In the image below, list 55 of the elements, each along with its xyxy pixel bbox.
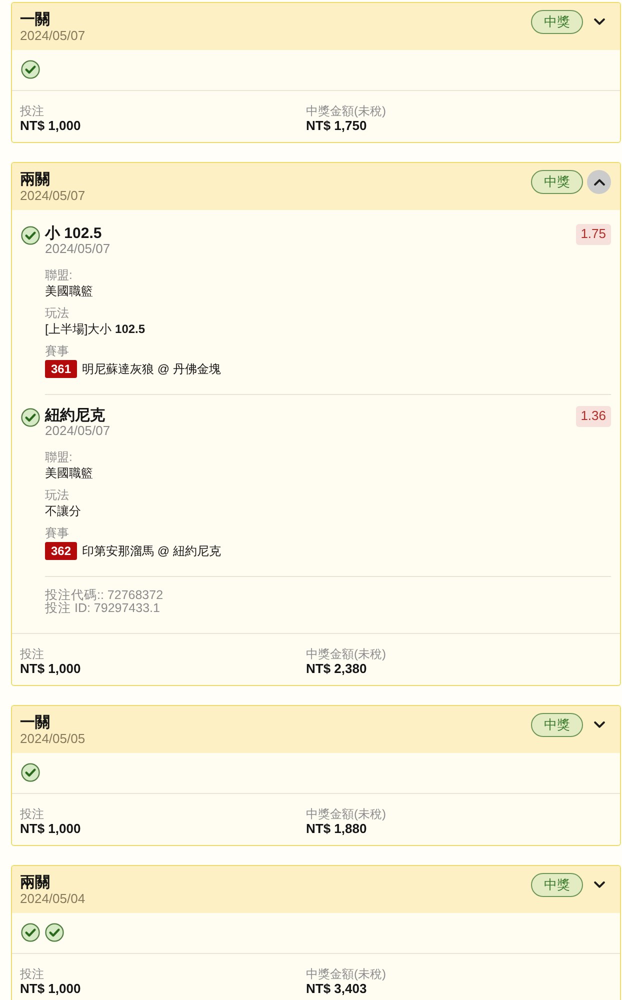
collapse-button[interactable] (587, 170, 611, 194)
field-label: 賽事 (45, 526, 69, 541)
field-value: 不讓分 (45, 503, 81, 519)
bet-type-title: 兩關 (20, 874, 50, 891)
stake-label: 投注 (20, 647, 44, 661)
field-label: 玩法 (45, 306, 69, 321)
payout-amount: NT$ 1,750 (306, 118, 367, 133)
stake-label: 投注 (20, 807, 44, 821)
field-label: 玩法 (45, 488, 69, 503)
stake-label: 投注 (20, 967, 44, 981)
status-badge: 中獎 (531, 170, 583, 194)
bet-date: 2024/05/04 (20, 891, 86, 906)
field-value: [上半場]大小 102.5 (45, 321, 146, 337)
payout-label: 中獎金額(未稅) (306, 807, 386, 821)
bet-date: 2024/05/05 (20, 731, 86, 746)
stake-amount: NT$ 1,000 (20, 661, 81, 676)
selection-title: 小 102.5 (45, 225, 102, 242)
payout-amount: NT$ 3,403 (306, 981, 367, 996)
bet-code-text: 投注代碼:: 72768372 (45, 589, 164, 602)
payout-label: 中獎金額(未稅) (306, 967, 386, 981)
chevron-up-icon (594, 178, 604, 186)
bet-code-text: 投注 ID: 79297433.1 (45, 602, 160, 615)
odds-badge: 1.75 (576, 224, 611, 245)
chevron-down-icon (594, 721, 604, 729)
bet-type-title: 一關 (20, 714, 50, 731)
payout-label: 中獎金額(未稅) (306, 647, 386, 661)
status-badge: 中獎 (531, 713, 583, 737)
field-value: 美國職籃 (45, 283, 93, 299)
match-teams: 明尼蘇達灰狼 @ 丹佛金塊 (82, 361, 221, 377)
payout-label: 中獎金額(未稅) (306, 104, 386, 118)
chevron-down-icon (594, 18, 604, 26)
match-number-badge: 361 (45, 360, 78, 378)
field-label: 聯盟: (45, 450, 72, 465)
stake-amount: NT$ 1,000 (20, 821, 81, 836)
status-badge: 中獎 (531, 873, 583, 897)
payout-amount: NT$ 1,880 (306, 821, 367, 836)
field-label: 聯盟: (45, 268, 72, 283)
payout-amount: NT$ 2,380 (306, 661, 367, 676)
field-value: 美國職籃 (45, 465, 93, 481)
field-label: 賽事 (45, 344, 69, 359)
bet-type-title: 一關 (20, 11, 50, 28)
bet-type-title: 兩關 (20, 171, 50, 188)
bet-date: 2024/05/07 (20, 28, 86, 43)
match-number-badge: 362 (45, 542, 78, 560)
event-date: 2024/05/07 (45, 424, 110, 438)
status-badge: 中獎 (531, 10, 583, 34)
event-date: 2024/05/07 (45, 242, 110, 256)
bet-date: 2024/05/07 (20, 188, 86, 203)
odds-badge: 1.36 (576, 406, 611, 427)
chevron-down-icon (594, 881, 604, 889)
match-teams: 印第安那溜馬 @ 紐約尼克 (82, 543, 221, 559)
selection-title: 紐約尼克 (45, 407, 105, 424)
stake-label: 投注 (20, 104, 44, 118)
stake-amount: NT$ 1,000 (20, 118, 81, 133)
stake-amount: NT$ 1,000 (20, 981, 81, 996)
